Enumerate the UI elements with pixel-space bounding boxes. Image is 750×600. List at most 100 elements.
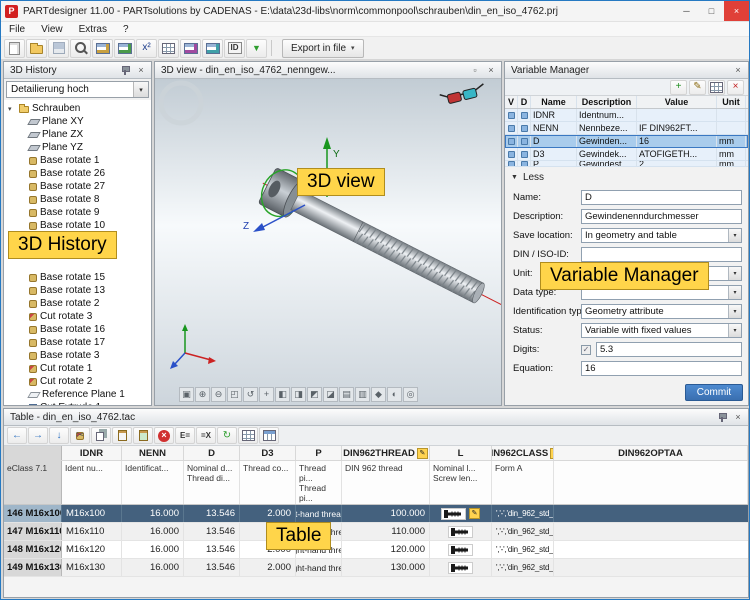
equation-input[interactable] bbox=[581, 361, 742, 376]
pin-icon[interactable] bbox=[118, 64, 132, 77]
tree-item[interactable]: Base rotate 15 bbox=[4, 271, 151, 284]
close-icon[interactable]: × bbox=[731, 64, 745, 77]
tree-item[interactable]: Base rotate 8 bbox=[4, 193, 151, 206]
tree-item[interactable] bbox=[4, 258, 151, 271]
menu-item[interactable]: View bbox=[33, 24, 71, 35]
toolbar-button[interactable]: ← bbox=[7, 427, 27, 444]
tree-item[interactable]: Base rotate 17 bbox=[4, 336, 151, 349]
expander-icon[interactable]: ▾ bbox=[8, 105, 16, 113]
tree-item[interactable]: Base rotate 13 bbox=[4, 284, 151, 297]
name-input[interactable] bbox=[581, 190, 742, 205]
toolbar-button[interactable] bbox=[114, 39, 135, 58]
din-iso-input[interactable] bbox=[581, 247, 742, 262]
menu-item[interactable]: File bbox=[1, 24, 33, 35]
variable-row[interactable]: NENN Nennbeze... IF DIN962FT... bbox=[505, 122, 748, 135]
row-header-cell[interactable]: 147 M16x110 bbox=[4, 523, 62, 540]
toolbar-button[interactable]: ↻ bbox=[217, 427, 237, 444]
commit-button[interactable]: Commit bbox=[685, 384, 743, 401]
variable-row[interactable]: D Gewinden... 16 mm bbox=[505, 135, 748, 148]
toolbar-button[interactable] bbox=[48, 39, 69, 58]
toolbar-button[interactable] bbox=[91, 427, 111, 444]
variable-row[interactable]: D3 Gewindek... ATOFIGETH... mm bbox=[505, 148, 748, 161]
toolbar-button[interactable]: ID bbox=[224, 39, 245, 58]
tree-item[interactable]: Base rotate 3 bbox=[4, 349, 151, 362]
viewport-tool-button[interactable]: ⊖ bbox=[211, 387, 226, 402]
toolbar-button[interactable]: × bbox=[154, 427, 174, 444]
viewport-tool-button[interactable]: ▥ bbox=[355, 387, 370, 402]
digits-input[interactable] bbox=[596, 342, 742, 357]
viewport-3d[interactable]: Y Z bbox=[155, 79, 501, 405]
variable-column-header[interactable]: Description bbox=[577, 96, 637, 108]
viewport-tool-button[interactable]: ◆ bbox=[371, 387, 386, 402]
variable-row[interactable]: IDNR Identnum... bbox=[505, 109, 748, 122]
viewport-tool-button[interactable]: ◪ bbox=[323, 387, 338, 402]
eclass-label[interactable]: eClass 7.1 bbox=[4, 461, 62, 504]
close-icon[interactable]: × bbox=[731, 411, 745, 424]
identification-select[interactable]: Geometry attribute ▾ bbox=[581, 304, 742, 319]
tree-item[interactable]: Base rotate 27 bbox=[4, 180, 151, 193]
viewport-tool-button[interactable]: ↺ bbox=[243, 387, 258, 402]
toolbar-button[interactable]: E= bbox=[175, 427, 195, 444]
pin-icon[interactable] bbox=[715, 411, 729, 424]
toolbar-button[interactable] bbox=[180, 39, 201, 58]
viewport-tool-button[interactable]: ◨ bbox=[291, 387, 306, 402]
tree-item[interactable]: Plane XY bbox=[4, 115, 151, 128]
viewport-tool-button[interactable]: + bbox=[259, 387, 274, 402]
maximize-button[interactable]: □ bbox=[699, 1, 724, 21]
toolbar-button[interactable]: × bbox=[727, 80, 744, 95]
digits-checkbox[interactable]: ✓ bbox=[581, 345, 591, 355]
row-header-cell[interactable]: 149 M16x130 bbox=[4, 559, 62, 576]
variable-column-header[interactable]: V bbox=[505, 96, 518, 108]
menu-item[interactable]: ? bbox=[115, 24, 137, 35]
close-button[interactable]: × bbox=[724, 1, 749, 21]
close-icon[interactable]: × bbox=[484, 64, 498, 77]
float-icon[interactable]: ▫ bbox=[468, 64, 482, 77]
tree-item[interactable]: Plane YZ bbox=[4, 141, 151, 154]
detail-level-select[interactable]: Detailierung hoch ▾ bbox=[6, 81, 149, 98]
toolbar-button[interactable] bbox=[70, 39, 91, 58]
column-header[interactable]: D ✎ bbox=[184, 446, 240, 460]
toolbar-button[interactable]: ↓ bbox=[49, 427, 69, 444]
tree-item[interactable]: Base rotate 2 bbox=[4, 297, 151, 310]
toolbar-button[interactable] bbox=[92, 39, 113, 58]
tree-item[interactable]: Cut rotate 3 bbox=[4, 310, 151, 323]
viewport-tool-button[interactable]: ◩ bbox=[307, 387, 322, 402]
table-row[interactable]: 148 M16x120 M16x120 16.000 13.546 2.000 … bbox=[4, 541, 748, 559]
variable-column-header[interactable]: D bbox=[518, 96, 531, 108]
tree-item[interactable]: Reference Plane 1 bbox=[4, 388, 151, 401]
viewport-tool-button[interactable]: ◎ bbox=[403, 387, 418, 402]
tree-item[interactable]: Plane ZX bbox=[4, 128, 151, 141]
tree-item[interactable]: Cut Extrude 1 bbox=[4, 401, 151, 405]
toolbar-button[interactable] bbox=[708, 80, 725, 95]
viewport-tool-button[interactable]: ▤ bbox=[339, 387, 354, 402]
export-in-file-button[interactable]: Export in file ▾ bbox=[282, 39, 364, 58]
toolbar-button[interactable]: ✂ bbox=[70, 427, 90, 444]
variable-column-header[interactable]: Unit bbox=[717, 96, 746, 108]
row-header-cell[interactable]: 148 M16x120 bbox=[4, 541, 62, 558]
toolbar-button[interactable] bbox=[202, 39, 223, 58]
description-input[interactable] bbox=[581, 209, 742, 224]
toolbar-button[interactable]: + bbox=[670, 80, 687, 95]
viewport-tool-button[interactable]: ◐ bbox=[387, 387, 402, 402]
save-location-select[interactable]: In geometry and table ▾ bbox=[581, 228, 742, 243]
tree-item[interactable]: Base rotate 16 bbox=[4, 323, 151, 336]
toolbar-button[interactable] bbox=[238, 427, 258, 444]
tree-item[interactable]: Cut rotate 2 bbox=[4, 375, 151, 388]
toolbar-button[interactable] bbox=[4, 39, 25, 58]
column-header[interactable]: IDNR ✎ bbox=[62, 446, 122, 460]
column-header[interactable]: DIN962CLASS ✎ bbox=[492, 446, 554, 460]
variable-row[interactable]: P Gewindest... 2 mm bbox=[505, 161, 748, 167]
row-header-cell[interactable]: 146 M16x100 bbox=[4, 505, 62, 522]
toolbar-button[interactable]: → bbox=[28, 427, 48, 444]
status-select[interactable]: Variable with fixed values ▾ bbox=[581, 323, 742, 338]
tree-item[interactable]: Base rotate 1 bbox=[4, 154, 151, 167]
toolbar-button[interactable] bbox=[259, 427, 279, 444]
tree-item[interactable]: Cut rotate 1 bbox=[4, 362, 151, 375]
table-row[interactable]: 149 M16x130 M16x130 16.000 13.546 2.000 … bbox=[4, 559, 748, 577]
close-icon[interactable]: × bbox=[134, 64, 148, 77]
column-header[interactable]: DIN962THREAD ✎ bbox=[342, 446, 430, 460]
table-row[interactable]: 147 M16x110 M16x110 16.000 13.546 2.000 … bbox=[4, 523, 748, 541]
viewport-tool-button[interactable]: ⊕ bbox=[195, 387, 210, 402]
toolbar-button[interactable] bbox=[133, 427, 153, 444]
toolbar-button[interactable] bbox=[26, 39, 47, 58]
